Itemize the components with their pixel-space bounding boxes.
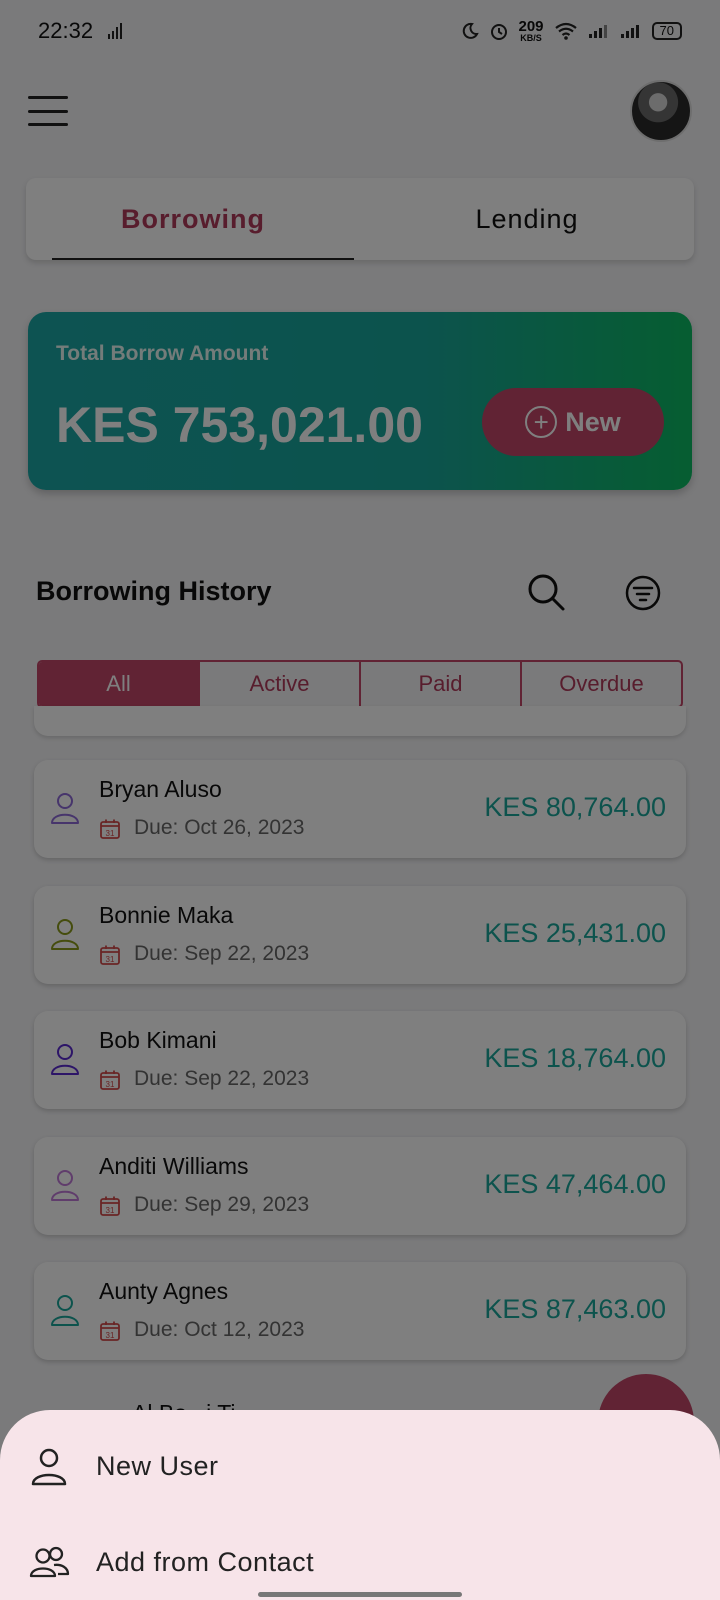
add-from-contact-option[interactable]: Add from Contact bbox=[0, 1522, 720, 1600]
modal-scrim[interactable] bbox=[0, 0, 720, 1600]
new-user-label: New User bbox=[96, 1450, 219, 1481]
person-icon bbox=[31, 1448, 67, 1486]
new-user-option[interactable]: New User bbox=[0, 1426, 720, 1506]
home-indicator[interactable] bbox=[258, 1592, 462, 1597]
add-from-contact-label: Add from Contact bbox=[96, 1546, 315, 1577]
bottom-sheet: New User Add from Contact bbox=[0, 1410, 720, 1600]
contacts-icon bbox=[29, 1546, 70, 1578]
